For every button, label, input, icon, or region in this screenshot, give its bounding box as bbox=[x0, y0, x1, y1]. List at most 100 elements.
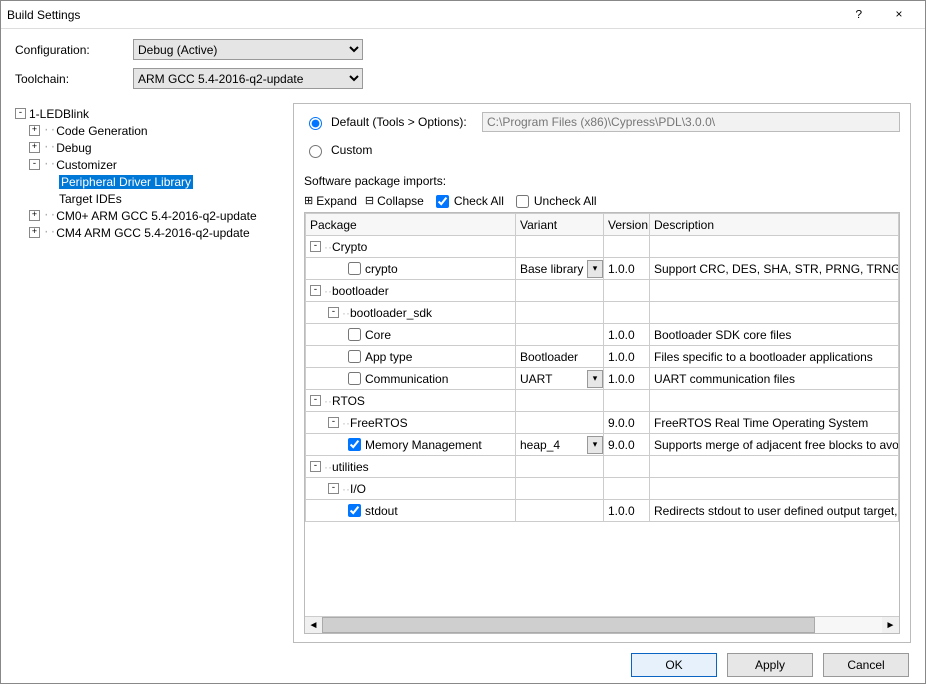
package-checkbox[interactable] bbox=[348, 504, 361, 517]
uncheck-all-label: Uncheck All bbox=[534, 194, 597, 208]
package-checkbox[interactable] bbox=[348, 372, 361, 385]
variant-value: UART bbox=[516, 372, 552, 386]
expander-icon[interactable]: - bbox=[29, 159, 40, 170]
custom-radio[interactable] bbox=[309, 145, 322, 158]
version-cell: 9.0.0 bbox=[604, 434, 650, 456]
custom-label: Custom bbox=[331, 143, 372, 157]
expander-icon[interactable]: - bbox=[328, 417, 339, 428]
ok-button[interactable]: OK bbox=[631, 653, 717, 677]
main-split: - 1-LEDBlink +·· Code Generation +·· Deb… bbox=[1, 103, 925, 643]
description-cell: Supports merge of adjacent free blocks t… bbox=[650, 434, 899, 456]
table-row[interactable]: -··FreeRTOS9.0.0FreeRTOS Real Time Opera… bbox=[306, 412, 899, 434]
package-label: bootloader bbox=[332, 284, 389, 298]
package-label: Communication bbox=[365, 372, 448, 386]
chevron-down-icon[interactable]: ▾ bbox=[587, 436, 603, 454]
package-checkbox[interactable] bbox=[348, 438, 361, 451]
check-all-icon bbox=[436, 195, 449, 208]
table-row[interactable]: stdout1.0.0Redirects stdout to user defi… bbox=[306, 500, 899, 522]
uncheck-all-button[interactable]: Uncheck All bbox=[512, 194, 597, 208]
expander-icon[interactable]: - bbox=[15, 108, 26, 119]
table-row[interactable]: App typeBootloader1.0.0Files specific to… bbox=[306, 346, 899, 368]
expander-icon[interactable]: - bbox=[328, 307, 339, 318]
apply-button[interactable]: Apply bbox=[727, 653, 813, 677]
description-cell: Redirects stdout to user defined output … bbox=[650, 500, 899, 522]
col-header-description[interactable]: Description bbox=[650, 214, 899, 236]
table-row[interactable]: CommunicationUART▾1.0.0UART communicatio… bbox=[306, 368, 899, 390]
expander-icon[interactable]: + bbox=[29, 125, 40, 136]
table-row[interactable]: -··I/O bbox=[306, 478, 899, 500]
help-button[interactable]: ? bbox=[839, 3, 879, 27]
package-checkbox[interactable] bbox=[348, 262, 361, 275]
description-cell bbox=[650, 236, 899, 258]
tree-item-customizer[interactable]: -·· Customizer bbox=[15, 156, 287, 173]
scroll-left-icon[interactable]: ◄ bbox=[305, 617, 322, 634]
tree-item-label: CM4 ARM GCC 5.4-2016-q2-update bbox=[56, 226, 249, 240]
version-cell bbox=[604, 478, 650, 500]
toolchain-select[interactable]: ARM GCC 5.4-2016-q2-update bbox=[133, 68, 363, 89]
version-cell bbox=[604, 390, 650, 412]
col-header-variant[interactable]: Variant bbox=[516, 214, 604, 236]
table-row[interactable]: -··bootloader bbox=[306, 280, 899, 302]
table-row[interactable]: -··utilities bbox=[306, 456, 899, 478]
version-cell bbox=[604, 302, 650, 324]
collapse-button[interactable]: ⊟ Collapse bbox=[365, 194, 424, 208]
expander-icon[interactable]: - bbox=[310, 395, 321, 406]
description-cell bbox=[650, 280, 899, 302]
check-all-label: Check All bbox=[454, 194, 504, 208]
tree-item-debug[interactable]: +·· Debug bbox=[15, 139, 287, 156]
package-label: utilities bbox=[332, 460, 369, 474]
tree-item-code-generation[interactable]: +·· Code Generation bbox=[15, 122, 287, 139]
tree-item-label: Peripheral Driver Library bbox=[59, 175, 193, 189]
tree-root-label: 1-LEDBlink bbox=[29, 107, 89, 121]
titlebar: Build Settings ? × bbox=[1, 1, 925, 29]
version-cell bbox=[604, 280, 650, 302]
package-label: crypto bbox=[365, 262, 398, 276]
table-row[interactable]: Memory Managementheap_4▾9.0.0Supports me… bbox=[306, 434, 899, 456]
expander-icon[interactable]: + bbox=[29, 142, 40, 153]
version-cell: 1.0.0 bbox=[604, 368, 650, 390]
chevron-down-icon[interactable]: ▾ bbox=[587, 370, 603, 388]
expander-icon[interactable]: + bbox=[29, 227, 40, 238]
scroll-right-icon[interactable]: ► bbox=[882, 617, 899, 634]
default-radio[interactable] bbox=[309, 117, 322, 130]
tree-item-peripheral-driver-library[interactable]: Peripheral Driver Library bbox=[15, 173, 287, 190]
close-button[interactable]: × bbox=[879, 3, 919, 27]
expander-icon[interactable]: - bbox=[310, 461, 321, 472]
default-path-field bbox=[482, 112, 900, 132]
table-row[interactable]: -··Crypto bbox=[306, 236, 899, 258]
expander-icon[interactable]: - bbox=[328, 483, 339, 494]
cancel-button[interactable]: Cancel bbox=[823, 653, 909, 677]
version-cell: 9.0.0 bbox=[604, 412, 650, 434]
table-row[interactable]: -··bootloader_sdk bbox=[306, 302, 899, 324]
expand-button[interactable]: ⊞ Expand bbox=[304, 194, 357, 208]
table-row[interactable]: -··RTOS bbox=[306, 390, 899, 412]
col-header-package[interactable]: Package bbox=[306, 214, 516, 236]
check-all-button[interactable]: Check All bbox=[432, 194, 504, 208]
col-header-version[interactable]: Version bbox=[604, 214, 650, 236]
collapse-label: Collapse bbox=[377, 194, 424, 208]
table-row[interactable]: cryptoBase library▾1.0.0Support CRC, DES… bbox=[306, 258, 899, 280]
scrollbar-thumb[interactable] bbox=[322, 617, 815, 633]
collapse-icon: ⊟ bbox=[365, 194, 374, 208]
expander-icon[interactable]: - bbox=[310, 285, 321, 296]
project-tree[interactable]: - 1-LEDBlink +·· Code Generation +·· Deb… bbox=[15, 103, 287, 643]
tree-item-label: CM0+ ARM GCC 5.4-2016-q2-update bbox=[56, 209, 256, 223]
expand-label: Expand bbox=[316, 194, 357, 208]
package-label: App type bbox=[365, 350, 412, 364]
tree-item-target-ides[interactable]: Target IDEs bbox=[15, 190, 287, 207]
package-checkbox[interactable] bbox=[348, 350, 361, 363]
package-label: Memory Management bbox=[365, 438, 482, 452]
configuration-select[interactable]: Debug (Active) bbox=[133, 39, 363, 60]
package-label: FreeRTOS bbox=[350, 416, 408, 430]
chevron-down-icon[interactable]: ▾ bbox=[587, 260, 603, 278]
horizontal-scrollbar[interactable]: ◄ ► bbox=[305, 616, 899, 633]
tree-item-cm0plus[interactable]: +·· CM0+ ARM GCC 5.4-2016-q2-update bbox=[15, 207, 287, 224]
tree-item-cm4[interactable]: +·· CM4 ARM GCC 5.4-2016-q2-update bbox=[15, 224, 287, 241]
package-checkbox[interactable] bbox=[348, 328, 361, 341]
tree-root[interactable]: - 1-LEDBlink bbox=[15, 105, 287, 122]
description-cell: FreeRTOS Real Time Operating System bbox=[650, 412, 899, 434]
config-area: Configuration: Debug (Active) Toolchain:… bbox=[1, 29, 925, 103]
expander-icon[interactable]: - bbox=[310, 241, 321, 252]
expander-icon[interactable]: + bbox=[29, 210, 40, 221]
table-row[interactable]: Core1.0.0Bootloader SDK core files bbox=[306, 324, 899, 346]
